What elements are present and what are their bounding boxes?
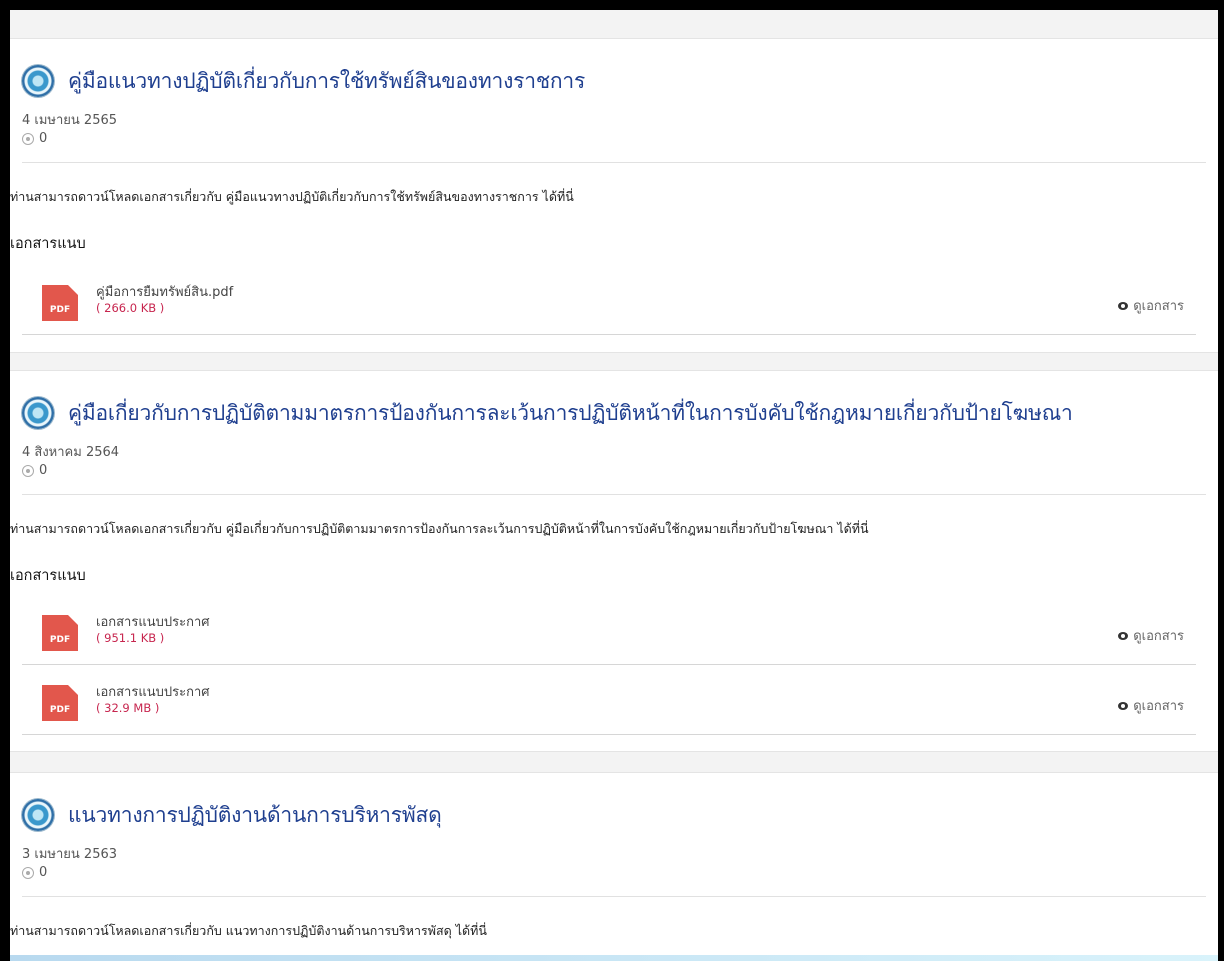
post-card: คู่มือเกี่ยวกับการปฏิบัติตามมาตรการป้องก… [10,370,1218,752]
post-date: 3 เมษายน 2563 [22,847,118,862]
view-count: 0 [22,131,47,146]
post-card: แนวทางการปฏิบัติงานด้านการบริหารพัสดุ 3 … [10,772,1218,961]
pdf-icon: PDF [42,285,78,321]
footer-bar [10,955,1218,961]
view-count: 0 [22,865,47,880]
view-document-button[interactable]: ดูเอกสาร [1118,695,1184,716]
eye-icon [22,132,34,145]
view-document-button[interactable]: ดูเอกสาร [1118,625,1184,646]
attachment-name[interactable]: เอกสารแนบประกาศ [96,681,210,702]
pdf-icon: PDF [42,615,78,651]
post-title[interactable]: คู่มือเกี่ยวกับการปฏิบัติตามมาตรการป้องก… [68,397,1073,430]
attachment-size: ( 32.9 MB ) [96,701,160,715]
agency-logo-icon [22,397,54,429]
pdf-icon: PDF [42,685,78,721]
view-document-button[interactable]: ดูเอกสาร [1118,295,1184,316]
post-description: ท่านสามารถดาวน์โหลดเอกสารเกี่ยวกับ คู่มื… [10,521,869,536]
view-count-value: 0 [39,463,48,478]
post-title[interactable]: แนวทางการปฏิบัติงานด้านการบริหารพัสดุ [68,799,442,832]
eye-icon [1118,701,1129,710]
attachment-name[interactable]: เอกสารแนบประกาศ [96,611,210,632]
post-date: 4 เมษายน 2565 [22,113,118,128]
attachment-item[interactable]: PDF เอกสารแนบประกาศ ( 951.1 KB ) ดูเอกสา… [22,601,1196,665]
attachment-size: ( 266.0 KB ) [96,301,165,315]
post-title[interactable]: คู่มือแนวทางปฏิบัติเกี่ยวกับการใช้ทรัพย์… [68,65,585,98]
eye-icon [22,866,34,879]
document-list: คู่มือแนวทางปฏิบัติเกี่ยวกับการใช้ทรัพย์… [10,10,1218,961]
eye-icon [1118,631,1129,640]
view-document-label: ดูเอกสาร [1133,629,1184,644]
post-header: คู่มือเกี่ยวกับการปฏิบัติตามมาตรการป้องก… [22,396,1073,430]
post-header: คู่มือแนวทางปฏิบัติเกี่ยวกับการใช้ทรัพย์… [22,64,585,98]
post-header: แนวทางการปฏิบัติงานด้านการบริหารพัสดุ [22,798,442,832]
view-count-value: 0 [39,865,48,880]
post-description: ท่านสามารถดาวน์โหลดเอกสารเกี่ยวกับ แนวทา… [10,923,487,938]
divider [22,896,1206,897]
post-card: คู่มือแนวทางปฏิบัติเกี่ยวกับการใช้ทรัพย์… [10,38,1218,353]
view-document-label: ดูเอกสาร [1133,699,1184,714]
view-document-label: ดูเอกสาร [1133,299,1184,314]
post-date: 4 สิงหาคม 2564 [22,445,120,460]
attachment-name[interactable]: คู่มือการยืมทรัพย์สิน.pdf [96,281,233,302]
attachments-heading: เอกสารแนบ [10,236,86,252]
view-count: 0 [22,463,47,478]
agency-logo-icon [22,65,54,97]
divider [22,494,1206,495]
agency-logo-icon [22,799,54,831]
attachment-item[interactable]: PDF คู่มือการยืมทรัพย์สิน.pdf ( 266.0 KB… [22,271,1196,335]
eye-icon [1118,301,1129,310]
attachment-size: ( 951.1 KB ) [96,631,165,645]
divider [22,162,1206,163]
post-description: ท่านสามารถดาวน์โหลดเอกสารเกี่ยวกับ คู่มื… [10,189,574,204]
view-count-value: 0 [39,131,48,146]
eye-icon [22,464,34,477]
attachment-item[interactable]: PDF เอกสารแนบประกาศ ( 32.9 MB ) ดูเอกสาร [22,671,1196,735]
attachments-heading: เอกสารแนบ [10,568,86,584]
